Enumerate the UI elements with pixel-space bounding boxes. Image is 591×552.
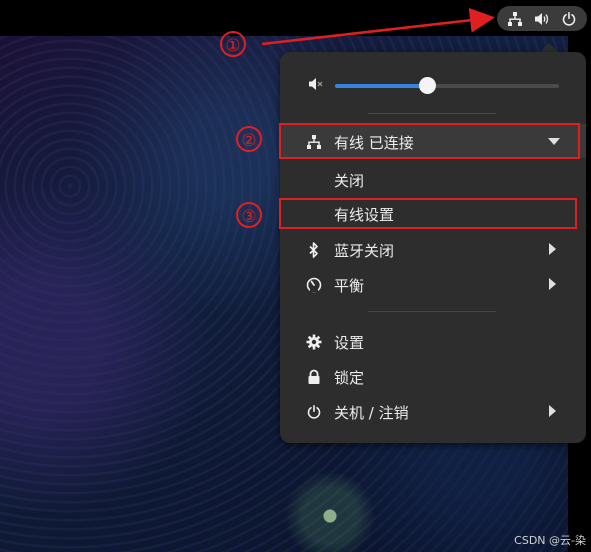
wired-off-item[interactable]: 关闭 [280, 162, 586, 196]
system-tray[interactable] [497, 6, 587, 31]
shutdown-logout-label: 关机 / 注销 [334, 404, 409, 422]
gear-icon [305, 333, 323, 351]
chevron-down-icon [548, 138, 560, 145]
network-wired-icon[interactable] [507, 11, 523, 27]
wired-settings-item[interactable]: 有线设置 [280, 196, 586, 230]
watermark: CSDN @云-染 [514, 534, 586, 547]
bluetooth-item[interactable]: 蓝牙关闭 [280, 232, 586, 266]
gauge-icon [305, 276, 323, 294]
power-icon[interactable] [561, 11, 577, 27]
chevron-right-icon [549, 243, 556, 255]
separator [368, 311, 496, 312]
settings-label: 设置 [334, 334, 365, 352]
lock-icon [305, 368, 323, 386]
settings-item[interactable]: 设置 [280, 324, 586, 358]
power-icon [305, 403, 323, 421]
volume-slider-fill [335, 84, 427, 88]
lock-label: 锁定 [334, 369, 365, 387]
top-bar [0, 0, 591, 36]
annotation-marker-2: ② [236, 126, 262, 152]
wired-off-label: 关闭 [334, 172, 365, 190]
separator [368, 113, 496, 114]
menu-pointer [540, 43, 558, 52]
volume-slider-handle[interactable] [418, 77, 436, 94]
lock-item[interactable]: 锁定 [280, 359, 586, 393]
chevron-right-icon [549, 278, 556, 290]
annotation-marker-1: ① [220, 31, 246, 57]
power-mode-label: 平衡 [334, 277, 365, 295]
shutdown-logout-item[interactable]: 关机 / 注销 [280, 394, 586, 428]
system-menu: 有线 已连接 关闭 有线设置 蓝牙关闭 平衡 设置 锁定 关机 / 注销 [280, 52, 586, 443]
network-wired-icon [305, 133, 323, 151]
wired-connection-item[interactable]: 有线 已连接 [280, 124, 586, 158]
bluetooth-label: 蓝牙关闭 [334, 242, 395, 260]
volume-muted-icon[interactable] [308, 76, 324, 96]
power-mode-item[interactable]: 平衡 [280, 267, 586, 301]
wired-settings-label: 有线设置 [334, 206, 395, 224]
bluetooth-icon [305, 241, 323, 259]
volume-slider[interactable] [335, 77, 559, 94]
volume-row [280, 70, 586, 100]
annotation-marker-3: ③ [236, 202, 262, 228]
volume-icon[interactable] [534, 11, 550, 27]
wired-connection-label: 有线 已连接 [334, 134, 414, 152]
chevron-right-icon [549, 405, 556, 417]
